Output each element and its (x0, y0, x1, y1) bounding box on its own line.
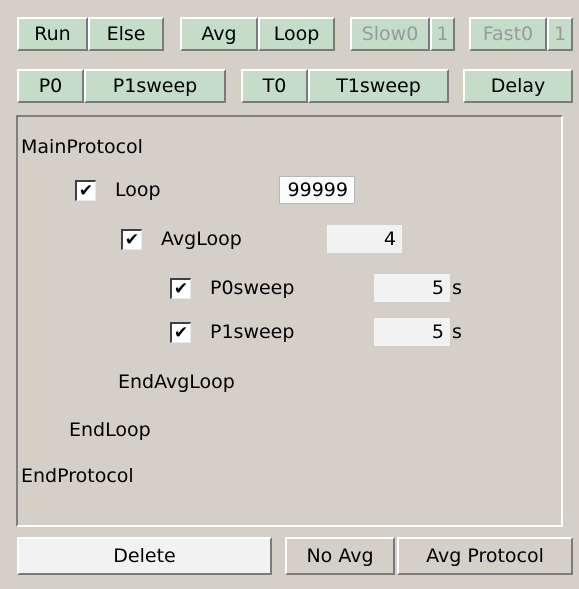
avg-button[interactable]: Avg (180, 17, 258, 51)
fast0-count[interactable]: 1 (547, 17, 573, 51)
end-loop-label: EndLoop (69, 419, 151, 441)
t0-button[interactable]: T0 (241, 69, 308, 103)
no-avg-button[interactable]: No Avg (285, 537, 395, 575)
p1sweep-duration-field[interactable]: 5 (374, 318, 450, 346)
main-protocol-label: MainProtocol (21, 136, 143, 158)
fast0-button[interactable]: Fast0 (469, 17, 547, 51)
loop-button[interactable]: Loop (258, 17, 335, 51)
end-protocol-label: EndProtocol (21, 465, 134, 487)
loop-count-field[interactable]: 99999 (279, 176, 355, 204)
loop-label: Loop (115, 179, 161, 201)
loop-checkbox[interactable]: ✔ (75, 180, 96, 201)
avg-protocol-button[interactable]: Avg Protocol (397, 537, 573, 575)
p1sweep-checkbox[interactable]: ✔ (170, 322, 191, 343)
p0sweep-checkbox[interactable]: ✔ (170, 278, 191, 299)
delay-button[interactable]: Delay (463, 69, 573, 103)
p0sweep-label: P0sweep (210, 277, 295, 299)
avgloop-checkbox[interactable]: ✔ (121, 229, 142, 250)
p0sweep-unit: s (452, 277, 462, 299)
p0-button[interactable]: P0 (17, 69, 84, 103)
end-avgloop-label: EndAvgLoop (118, 371, 235, 393)
p1sweep-button[interactable]: P1sweep (84, 69, 226, 103)
else-button[interactable]: Else (88, 17, 164, 51)
delete-button[interactable]: Delete (17, 537, 272, 575)
p1sweep-label: P1sweep (210, 321, 295, 343)
p1sweep-unit: s (452, 321, 462, 343)
avgloop-count-field[interactable]: 4 (327, 225, 402, 253)
run-button[interactable]: Run (17, 17, 88, 51)
slow0-button[interactable]: Slow0 (350, 17, 430, 51)
avgloop-label: AvgLoop (161, 228, 242, 250)
p0sweep-duration-field[interactable]: 5 (374, 274, 450, 302)
slow0-count[interactable]: 1 (430, 17, 455, 51)
t1sweep-button[interactable]: T1sweep (308, 69, 449, 103)
